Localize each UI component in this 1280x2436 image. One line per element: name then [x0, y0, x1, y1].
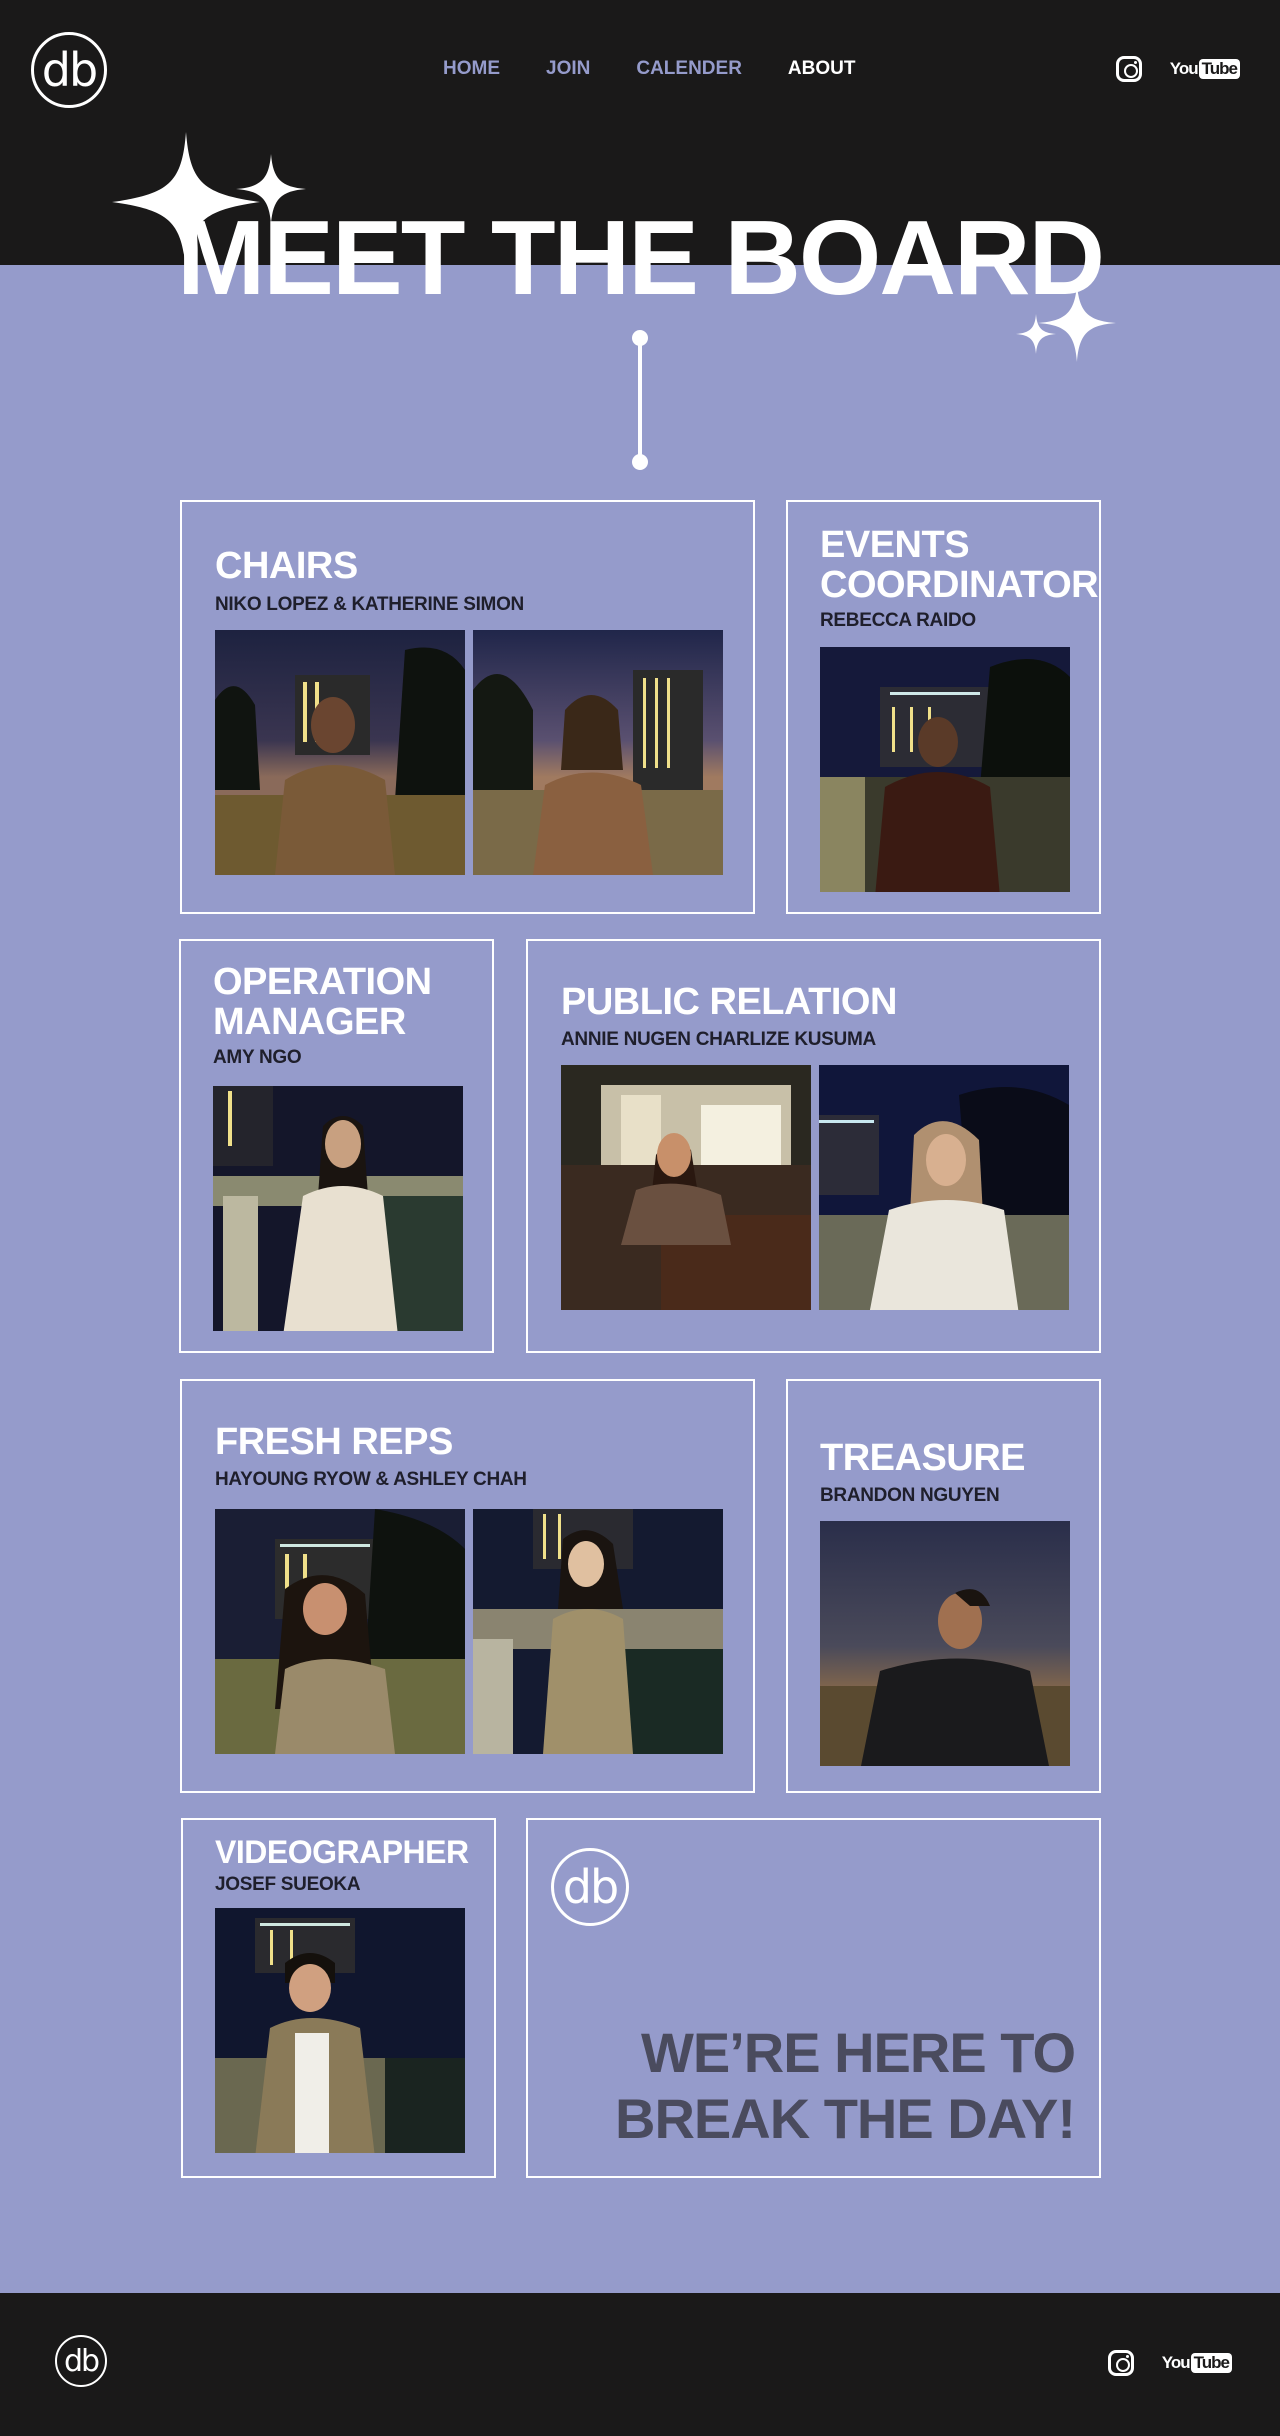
card-chairs: CHAIRS NIKO LOPEZ & KATHERINE SIMON: [180, 500, 755, 914]
card-title: CHAIRS: [215, 545, 358, 587]
footer-social-links: You Tube: [1107, 2350, 1232, 2376]
card-fresh-reps: FRESH REPS HAYOUNG RYOW & ASHLEY CHAH: [180, 1379, 755, 1793]
db-logo[interactable]: db: [55, 2335, 107, 2387]
nav-home[interactable]: HOME: [443, 58, 500, 80]
site-footer: db You Tube: [0, 2293, 1280, 2436]
card-promo: db WE’RE HERE TO BREAK THE DAY!: [526, 1818, 1101, 2178]
card-names: JOSEF SUEOKA: [215, 1874, 361, 1895]
youtube-tube-text: Tube: [1198, 59, 1240, 79]
card-names: BRANDON NGUYEN: [820, 1485, 1000, 1506]
db-logo[interactable]: db: [31, 32, 107, 108]
tagline: WE’RE HERE TO BREAK THE DAY!: [615, 2020, 1076, 2152]
card-public-relation: PUBLIC RELATION ANNIE NUGEN CHARLIZE KUS…: [526, 939, 1101, 1353]
page-title: MEET THE BOARD: [177, 199, 1105, 317]
card-operation-manager: OPERATION MANAGER AMY NGO: [179, 939, 494, 1353]
card-videographer: VIDEOGRAPHER JOSEF SUEOKA: [181, 1818, 496, 2178]
card-title-line1: OPERATION: [213, 961, 432, 1003]
nav-join[interactable]: JOIN: [546, 58, 590, 80]
card-title: VIDEOGRAPHER: [215, 1834, 469, 1870]
card-names: REBECCA RAIDO: [820, 610, 976, 631]
card-title: TREASURE: [820, 1437, 1026, 1479]
youtube-you-text: You: [1161, 2353, 1191, 2372]
card-treasure: TREASURE BRANDON NGUYEN: [786, 1379, 1101, 1793]
youtube-tube-text: Tube: [1190, 2353, 1232, 2373]
photo-josef-sueoka: [215, 1908, 465, 2153]
youtube-icon[interactable]: You Tube: [1162, 2353, 1232, 2373]
photo-ashley-chah: [473, 1509, 723, 1754]
header-social-links: You Tube: [1115, 56, 1240, 82]
photo-amy-ngo: [213, 1086, 463, 1331]
photo-hayoung-ryow: [215, 1509, 465, 1754]
card-names: ANNIE NUGEN CHARLIZE KUSUMA: [561, 1029, 876, 1050]
instagram-icon[interactable]: [1115, 56, 1142, 82]
card-title: FRESH REPS: [215, 1421, 453, 1463]
card-names: HAYOUNG RYOW & ASHLEY CHAH: [215, 1469, 527, 1490]
photo-rebecca-raido: [820, 647, 1070, 892]
nav-about[interactable]: ABOUT: [788, 58, 856, 80]
youtube-icon[interactable]: You Tube: [1170, 59, 1240, 79]
sparkle-right-small-icon: [1016, 314, 1056, 354]
youtube-you-text: You: [1169, 59, 1199, 78]
instagram-icon[interactable]: [1107, 2350, 1134, 2376]
photo-annie-nugen: [561, 1065, 811, 1310]
nav-calender[interactable]: CALENDER: [636, 58, 742, 80]
card-title-line2: MANAGER: [213, 1000, 406, 1043]
tagline-line2: BREAK THE DAY!: [615, 2086, 1076, 2150]
connector-line: [638, 340, 642, 462]
card-title-line2: COORDINATOR: [820, 563, 1099, 606]
card-names: AMY NGO: [213, 1047, 302, 1068]
photo-brandon-nguyen: [820, 1521, 1070, 1766]
photo-charlize-kusuma: [819, 1065, 1069, 1310]
photo-katherine-simon: [473, 630, 723, 875]
tagline-line1: WE’RE HERE TO: [640, 2020, 1076, 2084]
card-title: OPERATION MANAGER: [213, 961, 432, 1043]
db-logo: db: [551, 1848, 629, 1926]
card-names: NIKO LOPEZ & KATHERINE SIMON: [215, 594, 524, 615]
main-nav: HOME JOIN CALENDER ABOUT: [443, 58, 855, 80]
card-title: PUBLIC RELATION: [561, 981, 897, 1023]
card-title: EVENTS COORDINATOR: [820, 524, 1099, 606]
photo-niko-lopez: [215, 630, 465, 875]
connector-bottom-dot: [632, 454, 648, 470]
card-title-line1: EVENTS: [820, 524, 970, 566]
card-events-coordinator: EVENTS COORDINATOR REBECCA RAIDO: [786, 500, 1101, 914]
